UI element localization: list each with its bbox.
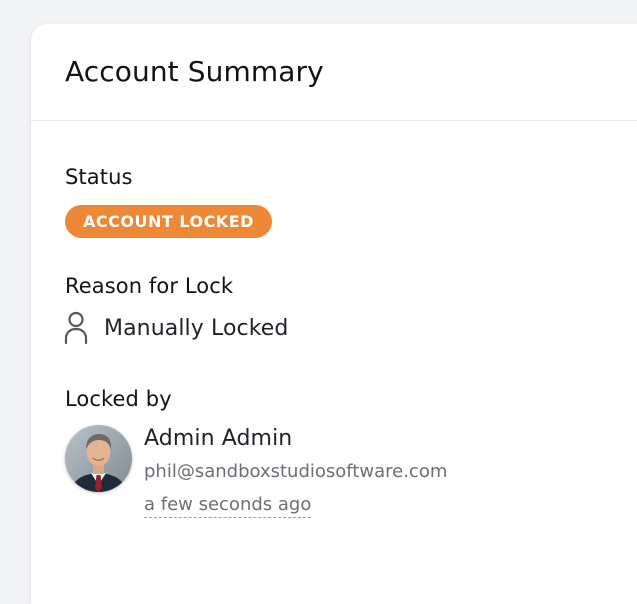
locked-by-label: Locked by bbox=[65, 387, 172, 411]
user-email: phil@sandboxstudiosoftware.com bbox=[144, 461, 448, 482]
reason-row: Manually Locked bbox=[64, 310, 637, 346]
status-section: Status ACCOUNT LOCKED bbox=[65, 165, 637, 238]
reason-value: Manually Locked bbox=[104, 315, 289, 341]
account-summary-card: Account Summary Status ACCOUNT LOCKED Re… bbox=[31, 24, 637, 604]
card-title: Account Summary bbox=[65, 54, 324, 88]
avatar bbox=[65, 425, 132, 492]
locked-by-section: Locked by Admin Admin phil@sandboxstudio… bbox=[65, 387, 637, 518]
person-icon bbox=[61, 310, 91, 346]
locked-by-user: Admin Admin phil@sandboxstudiosoftware.c… bbox=[65, 423, 637, 518]
locked-timestamp[interactable]: a few seconds ago bbox=[144, 494, 312, 518]
card-body: Status ACCOUNT LOCKED Reason for Lock Ma… bbox=[31, 121, 637, 518]
user-name: Admin Admin bbox=[144, 426, 293, 451]
status-badge: ACCOUNT LOCKED bbox=[65, 205, 272, 238]
user-info: Admin Admin phil@sandboxstudiosoftware.c… bbox=[144, 423, 447, 518]
reason-section: Reason for Lock Manually Locked bbox=[64, 274, 637, 346]
page-background: Account Summary Status ACCOUNT LOCKED Re… bbox=[0, 0, 637, 604]
card-header: Account Summary bbox=[31, 24, 637, 121]
reason-label: Reason for Lock bbox=[65, 274, 234, 298]
status-label: Status bbox=[65, 165, 133, 189]
